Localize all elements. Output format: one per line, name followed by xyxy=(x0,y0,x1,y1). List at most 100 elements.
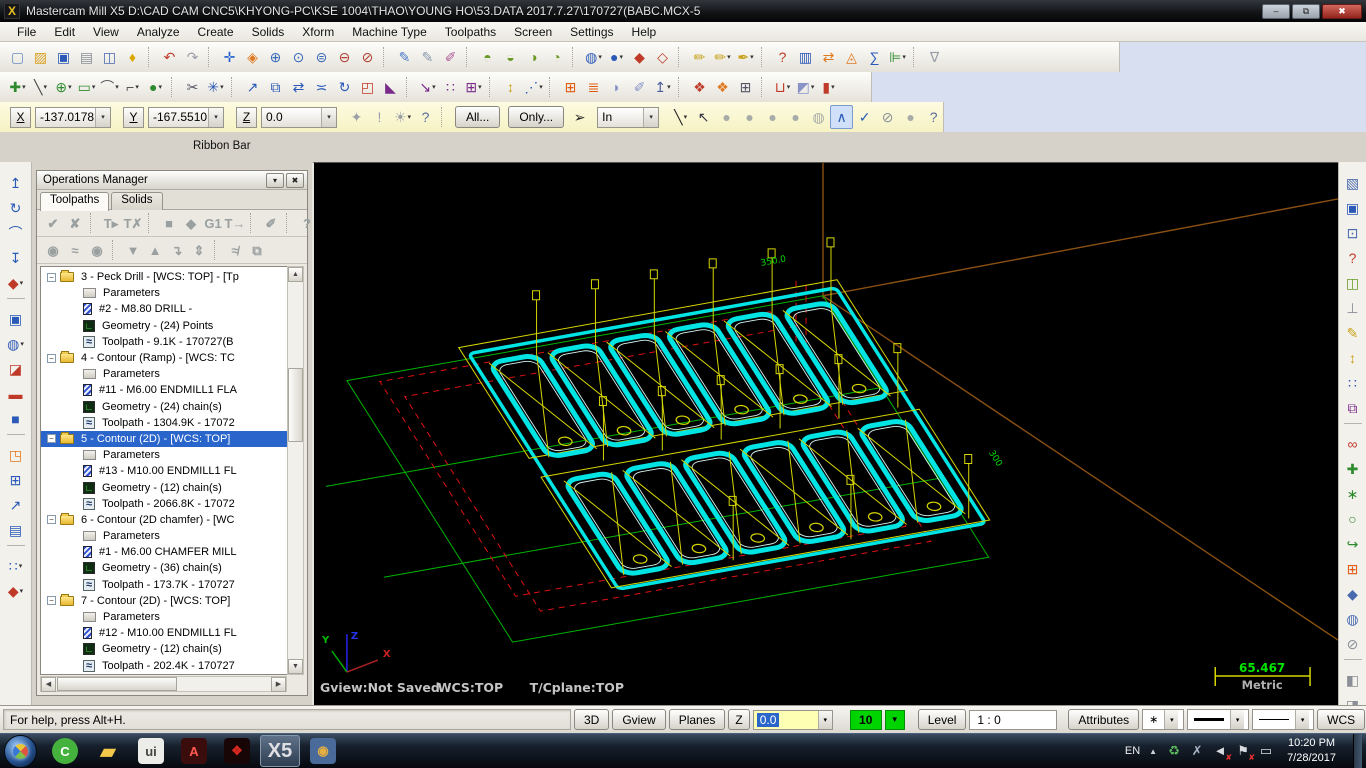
chevron-down-icon[interactable]: ▾ xyxy=(598,53,602,61)
solid-trim-icon[interactable]: ◪ xyxy=(4,356,28,381)
select-none-icon[interactable]: ⊘ xyxy=(876,105,899,129)
level-button[interactable]: Level xyxy=(918,709,967,730)
show-desktop-button[interactable] xyxy=(1353,734,1362,768)
analyze-toolpath-icon[interactable]: ▥ xyxy=(794,45,817,69)
quick-blank-icon[interactable]: ↕ xyxy=(1341,345,1365,370)
toggle-display-icon[interactable]: ≉ xyxy=(224,239,246,261)
taskbar-clock[interactable]: 10:20 PM7/28/2017 xyxy=(1287,736,1336,766)
clear-selection-icon[interactable]: ⊘ xyxy=(1341,631,1365,656)
solid-find-features-icon[interactable]: ↗ xyxy=(4,492,28,517)
collapse-icon[interactable]: − xyxy=(47,434,56,443)
zoom-window-icon[interactable]: ⊕ xyxy=(264,45,287,69)
organize-icon[interactable]: ∷ xyxy=(1341,370,1365,395)
tree-parameters[interactable]: Parameters xyxy=(41,528,287,544)
undelete-icon[interactable]: ✒▾ xyxy=(734,45,757,69)
tree-geometry[interactable]: ∟Geometry - (24) chain(s) xyxy=(41,399,287,415)
line-style-select[interactable]: ▾ xyxy=(1187,709,1249,730)
taskbar-mastercam-x[interactable]: ❖ xyxy=(217,735,257,767)
gview-cube-icon[interactable]: ◫ xyxy=(1341,270,1365,295)
y-coordinate-button[interactable]: Y xyxy=(123,107,144,128)
graphics-viewport[interactable]: 350.0 300 Z Y X Gview:Not Saved WCS:TOP … xyxy=(312,162,1338,705)
shaded-cube-icon[interactable]: ◆ xyxy=(628,45,651,69)
y-coordinate-input[interactable]: -167.5510▾ xyxy=(148,107,224,128)
chevron-down-icon[interactable]: ▾ xyxy=(20,340,24,348)
shading-sphere-icon[interactable]: ●▾ xyxy=(605,45,628,69)
chevron-down-icon[interactable]: ▾ xyxy=(220,83,224,91)
chevron-down-icon[interactable]: ▾ xyxy=(208,108,223,127)
create-line-icon[interactable]: ╲▾ xyxy=(29,75,52,99)
screen-settings-icon[interactable]: ⋰▾ xyxy=(522,75,545,99)
collapse-icon[interactable]: − xyxy=(47,515,56,524)
zoom-selected-icon[interactable]: ⊜ xyxy=(310,45,333,69)
tree-operation-5-selected[interactable]: −5 - Contour (2D) - [WCS: TOP] xyxy=(41,431,287,447)
menu-machine-type[interactable]: Machine Type xyxy=(343,22,436,41)
color-dropdown-icon[interactable]: ▼ xyxy=(885,710,905,730)
chevron-down-icon[interactable]: ▾ xyxy=(20,587,24,595)
copy-ops-icon[interactable]: ⧉ xyxy=(246,239,268,261)
chevron-down-icon[interactable]: ▾ xyxy=(321,108,336,127)
tray-updater-icon[interactable]: ♻ xyxy=(1166,743,1182,759)
select-sphere-icon[interactable]: ◍ xyxy=(807,105,830,129)
menu-solids[interactable]: Solids xyxy=(243,22,294,41)
select-check-icon[interactable]: ✓ xyxy=(853,105,876,129)
quick-mask-cursor-icon[interactable]: ➢ xyxy=(568,105,591,129)
unselect-all-ops-icon[interactable]: ✘ xyxy=(64,212,86,234)
orientation-globe-icon[interactable]: ◍▾ xyxy=(582,45,605,69)
xform-rotate-icon[interactable]: ↻ xyxy=(333,75,356,99)
tool-settings-icon[interactable]: ▮▾ xyxy=(817,75,840,99)
regenerate-icon[interactable]: ✐ xyxy=(439,45,462,69)
xform-pattern-icon[interactable]: ∷ xyxy=(439,75,462,99)
chevron-down-icon[interactable]: ▾ xyxy=(902,53,906,61)
select-up-icon[interactable]: ∧ xyxy=(830,105,853,129)
menu-edit[interactable]: Edit xyxy=(45,22,84,41)
new-file-icon[interactable]: ▢ xyxy=(6,45,29,69)
lock-selected-icon[interactable]: ◉ xyxy=(42,239,64,261)
tree-operation-4[interactable]: −4 - Contour (Ramp) - [WCS: TC xyxy=(41,350,287,366)
chevron-down-icon[interactable]: ▾ xyxy=(92,83,96,91)
quick-point-icon[interactable]: ✚ xyxy=(1341,456,1365,481)
autocursor-power-icon[interactable]: ✦ xyxy=(345,105,368,129)
chevron-down-icon[interactable]: ▾ xyxy=(750,53,754,61)
zoom-out-icon[interactable]: ⊖ xyxy=(333,45,356,69)
xform-array-icon[interactable]: ⊞▾ xyxy=(462,75,485,99)
regen-toolpath-icon[interactable]: T▸ xyxy=(100,212,122,234)
autocursor-settings-icon[interactable]: ☀▾ xyxy=(391,105,414,129)
backplot-icon[interactable]: ■ xyxy=(158,212,180,234)
attributes-button[interactable]: Attributes xyxy=(1068,709,1139,730)
chevron-down-icon[interactable]: ▾ xyxy=(619,53,623,61)
fit-screen-icon[interactable]: ⊡ xyxy=(1341,220,1365,245)
taskbar-autocad[interactable]: A xyxy=(174,735,214,767)
menu-screen[interactable]: Screen xyxy=(505,22,561,41)
chevron-down-icon[interactable]: ▾ xyxy=(1295,710,1309,729)
machine-list-icon[interactable]: ≣ xyxy=(582,75,605,99)
analyze-chain-icon[interactable]: ⊫▾ xyxy=(886,45,909,69)
level-value-field[interactable]: 1 : 0 xyxy=(969,710,1057,730)
surface-trim-icon[interactable]: ◗ xyxy=(605,75,628,99)
tree-tool[interactable]: #12 - M10.00 ENDMILL1 FL xyxy=(41,625,287,641)
clear-colors-icon[interactable]: ✎ xyxy=(416,45,439,69)
gview-front-icon[interactable]: ◒ xyxy=(499,45,522,69)
chevron-down-icon[interactable]: ▾ xyxy=(95,108,110,127)
delete-duplicates-icon[interactable]: ✏▾ xyxy=(711,45,734,69)
chevron-down-icon[interactable]: ▾ xyxy=(643,108,658,127)
tree-tool[interactable]: #2 - M8.80 DRILL - xyxy=(41,301,287,317)
operations-manager-titlebar[interactable]: Operations Manager ▾ ✖ xyxy=(37,171,307,190)
undo-icon[interactable]: ↶ xyxy=(158,45,181,69)
quick-analyze-icon[interactable]: ? xyxy=(1341,245,1365,270)
panel-menu-button[interactable]: ▾ xyxy=(266,173,284,188)
solid-revolve-icon[interactable]: ↻ xyxy=(4,195,28,220)
gview-top-icon[interactable]: ◓ xyxy=(476,45,499,69)
tree-parameters[interactable]: Parameters xyxy=(41,285,287,301)
select-mode-1-icon[interactable]: ● xyxy=(715,105,738,129)
quick-circle-icon[interactable]: ○ xyxy=(1341,506,1365,531)
create-chamfer-icon[interactable]: ⌐▾ xyxy=(121,75,144,99)
tree-geometry[interactable]: ∟Geometry - (12) chain(s) xyxy=(41,479,287,495)
tree-tool[interactable]: #13 - M10.00 ENDMILL1 FL xyxy=(41,463,287,479)
tree-horizontal-scrollbar[interactable]: ◀ ▶ xyxy=(40,676,287,692)
x-coordinate-input[interactable]: -137.0178▾ xyxy=(35,107,111,128)
taskbar-paint[interactable]: ◉ xyxy=(303,735,343,767)
analyze-dynamic-icon[interactable]: ◬ xyxy=(840,45,863,69)
chevron-down-icon[interactable]: ▾ xyxy=(539,83,543,91)
quick-chain-icon[interactable]: ↪ xyxy=(1341,531,1365,556)
solid-color-icon[interactable]: ◆▾ xyxy=(4,578,28,603)
